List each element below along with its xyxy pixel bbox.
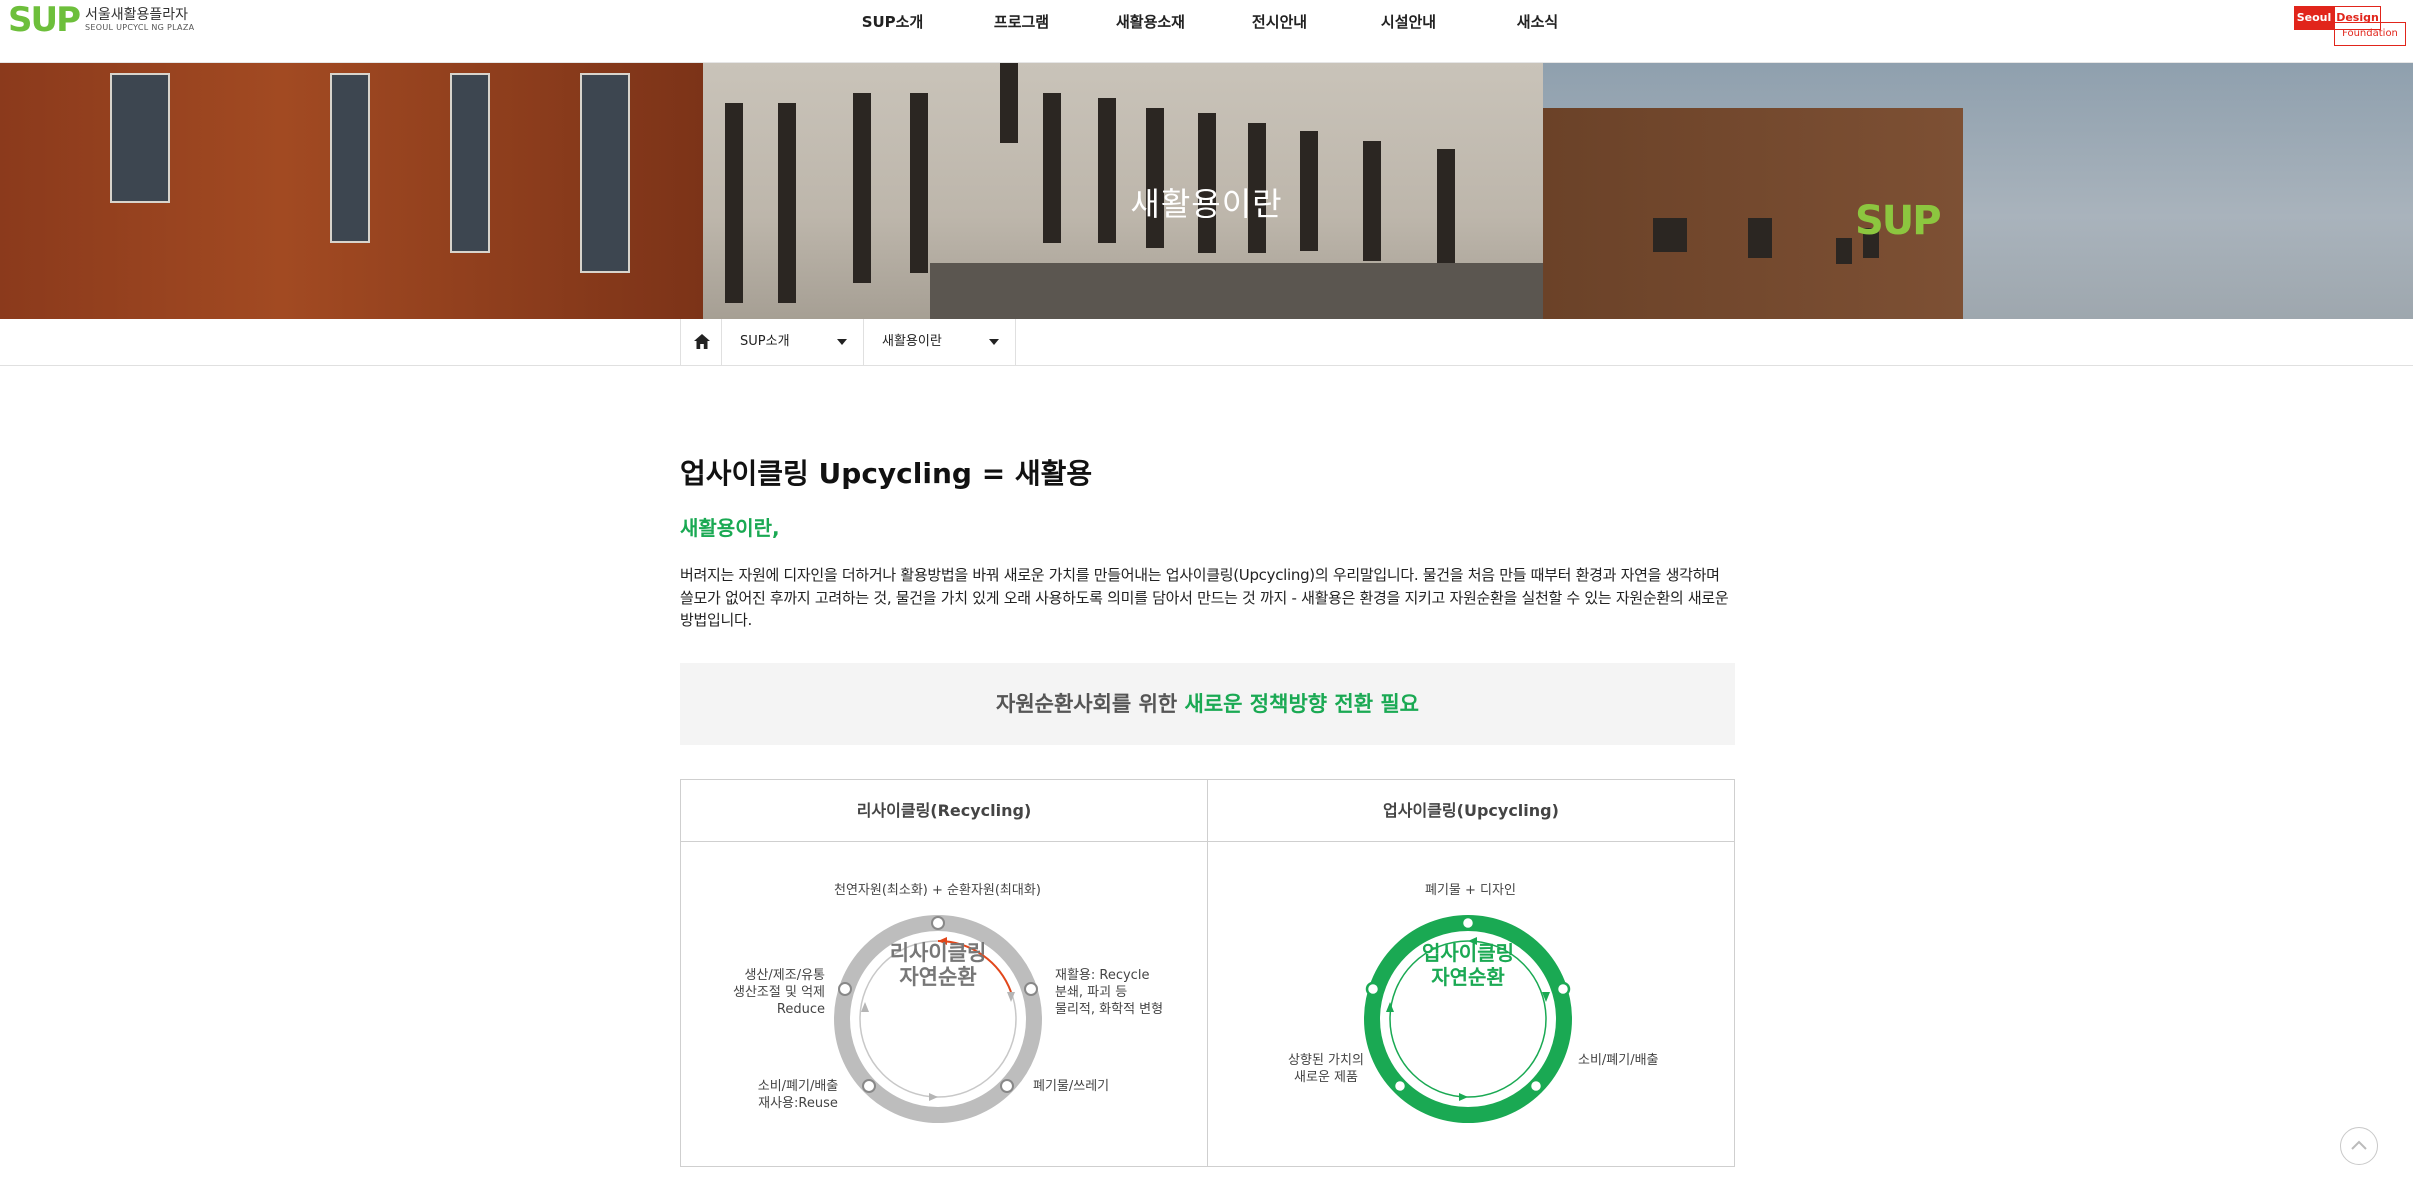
recycling-right-label: 재활용: Recycle 분쇄, 파괴 등 물리적, 화학적 변형	[1055, 968, 1164, 1017]
policy-banner: 자원순환사회를 위한 새로운 정책방향 전환 필요	[680, 663, 1735, 745]
home-icon	[694, 334, 710, 349]
nav-item-exhibition[interactable]: 전시안내	[1215, 0, 1344, 44]
seoul-design-foundation-logo[interactable]: Seoul Foundation Design	[2294, 6, 2406, 46]
hero-title: 새활용이란	[1130, 185, 1283, 223]
main-nav: SUP소개 프로그램 새활용소재 전시안내 시설안내 새소식	[828, 0, 1602, 44]
nav-item-facility[interactable]: 시설안내	[1344, 0, 1473, 44]
sdf-design: Design	[2334, 6, 2381, 30]
caret-down-icon	[989, 339, 999, 345]
scroll-top-button[interactable]	[2340, 1127, 2378, 1165]
intro-paragraph: 버려지는 자원에 디자인을 더하거나 활용방법을 바꿔 새로운 가치를 만들어내…	[680, 566, 1729, 629]
upcycling-right-label: 소비/폐기/배출	[1578, 1053, 1659, 1068]
banner-prefix: 자원순환사회를 위한	[996, 692, 1185, 716]
nav-item-program[interactable]: 프로그램	[957, 0, 1086, 44]
breadcrumb-home[interactable]	[680, 319, 722, 365]
logo-mark: SUP	[8, 0, 81, 40]
nav-item-materials[interactable]: 새활용소재	[1086, 0, 1215, 44]
breadcrumb-depth1-select[interactable]: SUP소개	[722, 319, 864, 365]
recycling-bottom-right-label: 폐기물/쓰레기	[1033, 1079, 1110, 1094]
upcycling-center-label: 업사이클링 자연순환	[1422, 941, 1514, 989]
recycling-header: 리사이클링(Recycling)	[856, 801, 1032, 820]
upcycling-left-label: 상향된 가치의 새로운 제품	[1288, 1053, 1364, 1085]
hero-banner: SUP 새활용이란	[0, 63, 2413, 319]
recycling-bottom-left-label: 소비/폐기/배출 재사용:Reuse	[757, 1079, 839, 1111]
banner-emphasis: 새로운 정책방향 전환 필요	[1184, 692, 1419, 716]
site-header: SUP 서울새활용플라자 SEOUL UPCYCL NG PLAZA SUP소개…	[0, 0, 2413, 63]
page-title: 업사이클링 Upcycling = 새활용	[680, 457, 1093, 490]
recycling-center-label: 리사이클링 자연순환	[889, 941, 987, 989]
caret-down-icon	[837, 339, 847, 345]
upcycling-top-label: 폐기물 + 디자인	[1425, 883, 1516, 898]
logo-korean-name: 서울새활용플라자	[85, 7, 189, 23]
upcycling-header: 업사이클링(Upcycling)	[1383, 801, 1559, 820]
chevron-up-icon	[2351, 1140, 2367, 1150]
site-logo[interactable]: SUP 서울새활용플라자 SEOUL UPCYCL NG PLAZA	[8, 2, 194, 38]
nav-item-sup-intro[interactable]: SUP소개	[828, 0, 957, 44]
breadcrumb: SUP소개 새활용이란	[0, 319, 2413, 366]
sdf-seoul: Seoul	[2294, 6, 2334, 30]
recycling-top-label: 천연자원(최소화) + 순환자원(최대화)	[834, 883, 1041, 898]
breadcrumb-depth2-select[interactable]: 새활용이란	[864, 319, 1016, 365]
breadcrumb-depth1-label: SUP소개	[740, 334, 790, 349]
logo-english-name: SEOUL UPCYCL NG PLAZA	[85, 23, 195, 32]
recycling-left-label: 생산/제조/유통 생산조절 및 억제 Reduce	[733, 968, 825, 1017]
comparison-table: 리사이클링(Recycling) 업사이클링(Upcycling) 리사이클링 …	[680, 779, 1735, 1167]
section-subtitle: 새활용이란,	[680, 516, 780, 540]
nav-item-news[interactable]: 새소식	[1473, 0, 1602, 44]
breadcrumb-depth2-label: 새활용이란	[882, 334, 942, 349]
